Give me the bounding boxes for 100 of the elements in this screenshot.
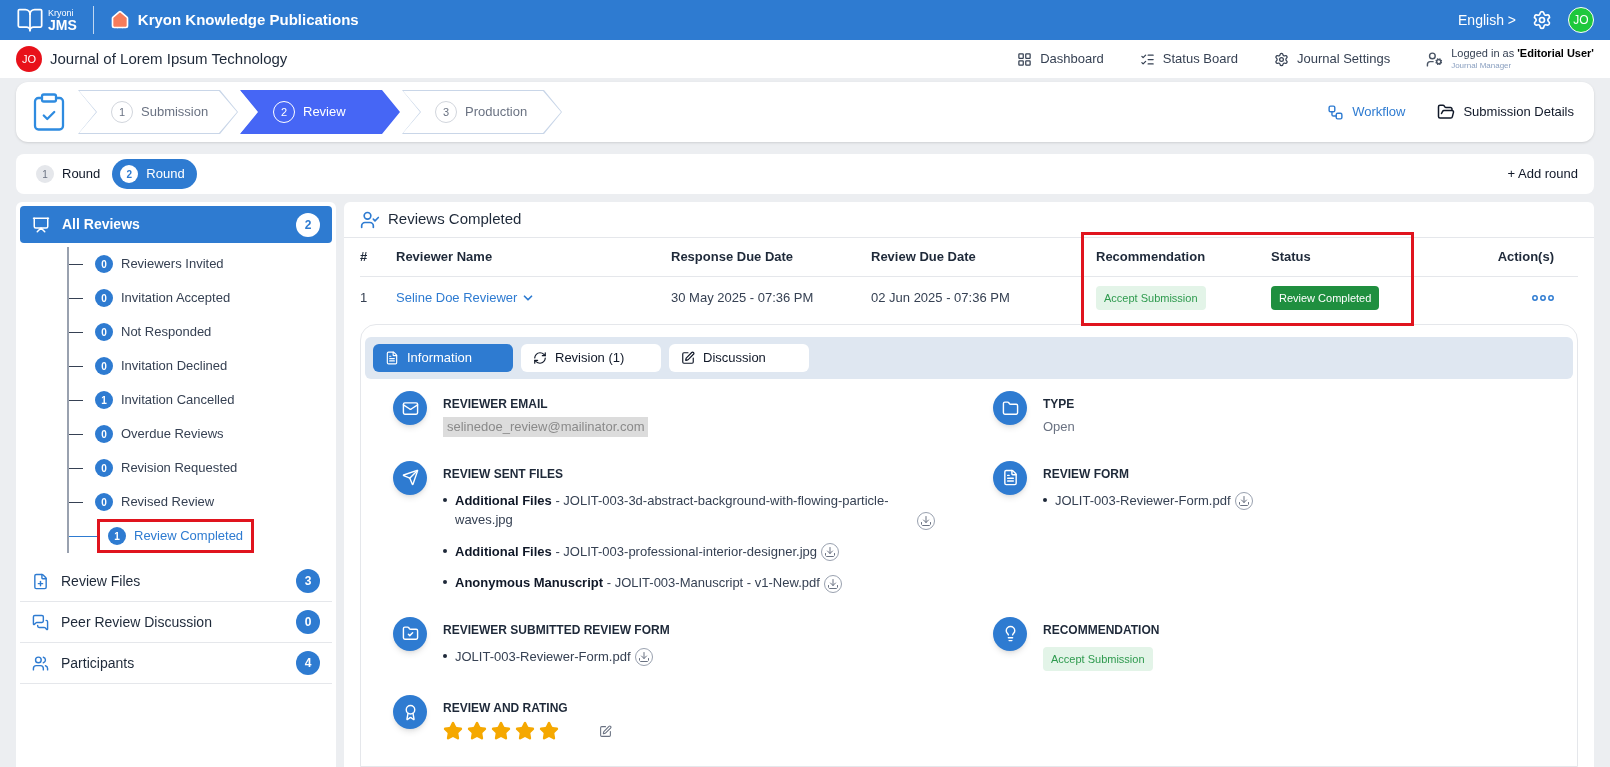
nav-link[interactable]: Status Board (1139, 49, 1238, 69)
round-tab[interactable]: 2 Round (112, 159, 197, 189)
journal-title: Journal of Lorem Ipsum Technology (50, 48, 288, 69)
bullet-icon (443, 653, 447, 658)
workflow-link[interactable]: Workflow (1327, 102, 1406, 122)
file-name: Anonymous Manuscript - JOLIT-003-Manuscript - v1-New.pdf (455, 574, 820, 592)
reviewer-icon (360, 209, 380, 230)
all-reviews-item[interactable]: All Reviews 2 (20, 206, 332, 243)
count-badge: 4 (296, 651, 320, 675)
step-tab[interactable]: 1 Submission (78, 90, 238, 134)
section-glyph-icon (1001, 469, 1019, 486)
submission-details-link[interactable]: Submission Details (1437, 102, 1574, 122)
file-name: Additional Files - JOLIT-003-professional-interior-designer.jpg (455, 542, 817, 561)
add-round-button[interactable]: + Add round (1507, 164, 1578, 184)
sidebar-subitem[interactable]: 0 Reviewers Invited (95, 254, 224, 274)
home-icon (109, 10, 130, 30)
status-tag: Review Completed (1271, 285, 1380, 311)
column-header: Action(s) (1497, 248, 1554, 267)
section-title: REVIEW AND RATING (443, 700, 569, 717)
publisher-name: Kryon Knowledge Publications (137, 9, 359, 30)
section-glyph-icon (401, 625, 419, 642)
sidebar-item[interactable]: Participants 4 (20, 643, 332, 684)
recommendation-tag: Accept Submission (1096, 285, 1206, 311)
section-title: RECOMMENDATION (1043, 621, 1160, 639)
sidebar-item[interactable]: Review Files 3 (20, 561, 332, 602)
email-value: selinedoe_review@mailinator.com (443, 417, 649, 437)
settings-icon[interactable] (1532, 10, 1552, 30)
step-tab[interactable]: 3 Production (402, 90, 562, 134)
sidebar-item[interactable]: Peer Review Discussion 0 (20, 602, 332, 643)
detail-tab[interactable]: Information (373, 344, 513, 372)
column-header: Reviewer Name (396, 248, 493, 267)
reviewer-link[interactable]: Seline Doe Reviewer (396, 288, 536, 308)
section-glyph-icon (401, 469, 419, 486)
section-title: REVIEW FORM (1043, 465, 1130, 483)
refresh-icon (533, 351, 547, 365)
sidebar-subitem[interactable]: 0 Revision Requested (95, 458, 238, 478)
gear-icon (1273, 51, 1289, 67)
document-icon (385, 351, 399, 365)
chat-icon (32, 613, 49, 631)
star-icon (491, 721, 511, 741)
detail-tab[interactable]: Discussion (669, 344, 809, 372)
sidebar-subitem[interactable]: 0 Revised Review (95, 492, 215, 512)
star-icon (467, 721, 487, 741)
type-value: Open (1043, 418, 1075, 436)
more-icon[interactable] (1532, 295, 1554, 301)
nav-link[interactable]: Dashboard (1017, 49, 1104, 69)
sidebar-subitem[interactable]: 1 Invitation Cancelled (95, 390, 235, 410)
people-icon (32, 654, 49, 672)
nav-link[interactable]: Journal Settings (1273, 49, 1391, 69)
detail-tab[interactable]: Revision (1) (521, 344, 661, 372)
section-title: REVIEWER SUBMITTED REVIEW FORM (443, 621, 670, 639)
logo-icon (16, 6, 44, 34)
section-glyph-icon (401, 399, 419, 417)
edit-icon (681, 351, 695, 365)
column-header: Response Due Date (671, 248, 794, 267)
user-role: Journal Manager (1451, 60, 1513, 71)
file-name: JOLIT-003-Reviewer-Form.pdf (1055, 491, 1231, 510)
logo-small-text: Kryoni (48, 8, 75, 18)
section-title: REVIEW SENT FILES (443, 465, 564, 483)
folder-icon (1437, 103, 1456, 121)
section-glyph-icon (1001, 399, 1019, 417)
file-name: Additional Files - JOLIT-003-3d-abstract-background-with-flowing-particle-waves.jpg (455, 491, 890, 529)
board-icon (32, 215, 50, 234)
column-header: Recommendation (1096, 248, 1206, 267)
column-header: Status (1271, 248, 1311, 267)
sidebar-subitem[interactable]: 1 Review Completed (97, 519, 255, 553)
bullet-icon (443, 548, 447, 553)
list-icon (1139, 51, 1155, 67)
star-icon (539, 721, 559, 741)
step-tab[interactable]: 2 Review (240, 90, 400, 134)
column-header: # (360, 248, 368, 267)
star-icon (443, 721, 463, 741)
file-icon (32, 572, 49, 590)
sidebar-subitem[interactable]: 0 Invitation Accepted (95, 288, 231, 308)
bullet-icon (1043, 497, 1047, 502)
language-button[interactable]: English > (1458, 9, 1516, 31)
bullet-icon (443, 580, 447, 584)
column-header: Review Due Date (871, 248, 976, 267)
section-title: TYPE (1043, 396, 1075, 413)
count-badge: 2 (296, 212, 320, 237)
user-icon (1426, 50, 1444, 68)
edit-icon[interactable] (599, 724, 612, 738)
sidebar-subitem[interactable]: 0 Invitation Declined (95, 356, 228, 376)
panel-title: Reviews Completed (388, 209, 522, 230)
file-name: JOLIT-003-Reviewer-Form.pdf (455, 647, 631, 666)
section-title: REVIEWER EMAIL (443, 396, 549, 413)
workflow-icon (1327, 103, 1345, 121)
logged-in-text: Logged in as 'Editorial User' (1451, 47, 1594, 61)
sidebar-subitem[interactable]: 0 Overdue Reviews (95, 424, 224, 444)
grid-icon (1017, 51, 1033, 67)
logo-text: JMS (48, 17, 77, 32)
star-icon (515, 721, 535, 741)
recommendation-tag: Accept Submission (1043, 646, 1153, 671)
table-cell-text: 30 May 2025 - 07:36 PM (671, 289, 814, 308)
table-cell-text: 02 Jun 2025 - 07:36 PM (871, 289, 1010, 308)
journal-badge: JO (16, 46, 42, 72)
count-badge: 3 (296, 569, 320, 593)
sidebar-subitem[interactable]: 0 Not Responded (95, 322, 212, 342)
round-tab[interactable]: 1 Round (32, 159, 105, 189)
bullet-icon (443, 497, 447, 502)
